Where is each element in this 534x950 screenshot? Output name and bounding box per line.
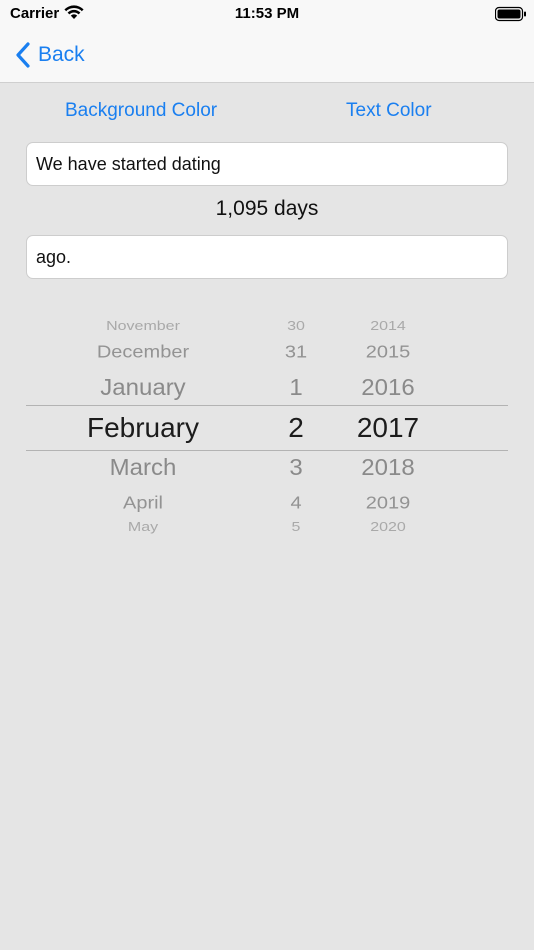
picker-selection-top-line <box>26 405 508 406</box>
battery-icon <box>495 6 526 22</box>
back-label: Back <box>38 43 85 66</box>
picker-day: 1 <box>289 374 303 401</box>
picker-year: 2020 <box>370 521 406 535</box>
picker-month: May <box>127 521 159 535</box>
picker-year: 2019 <box>365 493 411 513</box>
picker-row[interactable]: March 3 2018 <box>26 454 508 482</box>
status-bar: Carrier 11:53 PM <box>0 0 534 28</box>
picker-day: 31 <box>284 342 308 362</box>
picker-month: February <box>86 412 200 444</box>
picker-month: November <box>106 320 180 334</box>
picker-month: April <box>122 493 163 513</box>
picker-year: 2015 <box>365 342 411 362</box>
chevron-left-icon <box>16 42 30 68</box>
picker-row[interactable]: May 5 2020 <box>26 521 508 536</box>
picker-month: December <box>96 342 190 362</box>
picker-month: March <box>109 454 177 481</box>
picker-row[interactable]: January 1 2016 <box>26 374 508 402</box>
picker-year: 2018 <box>361 454 415 481</box>
background-color-button[interactable]: Background Color <box>65 100 217 122</box>
suffix-text: ago. <box>36 246 72 267</box>
picker-row[interactable]: April 4 2019 <box>26 492 508 514</box>
picker-day: 30 <box>287 320 305 334</box>
back-button[interactable]: Back <box>14 38 85 72</box>
picker-selection-bottom-line <box>26 450 508 451</box>
picker-month: January <box>100 374 186 401</box>
picker-row[interactable]: December 31 2015 <box>26 341 508 363</box>
picker-row-selected[interactable]: February 2 2017 <box>26 411 508 445</box>
picker-day: 2 <box>288 412 304 444</box>
days-count-label: 1,095 days <box>215 197 319 220</box>
picker-day: 3 <box>289 454 303 481</box>
text-color-button[interactable]: Text Color <box>346 100 432 122</box>
picker-row[interactable]: November 30 2014 <box>26 320 508 335</box>
picker-year: 2016 <box>361 374 415 401</box>
picker-day: 4 <box>290 493 302 513</box>
prefix-text: We have started dating <box>36 153 221 174</box>
suffix-text-field[interactable]: ago. <box>26 235 508 279</box>
picker-year: 2014 <box>370 320 406 334</box>
navigation-bar: Back <box>0 28 534 83</box>
clock: 11:53 PM <box>234 5 300 22</box>
picker-year: 2017 <box>356 412 420 444</box>
picker-day: 5 <box>291 521 301 535</box>
prefix-text-field[interactable]: We have started dating <box>26 142 508 186</box>
date-picker[interactable]: November 30 2014 December 31 2015 January 1 2016… <box>26 310 508 542</box>
